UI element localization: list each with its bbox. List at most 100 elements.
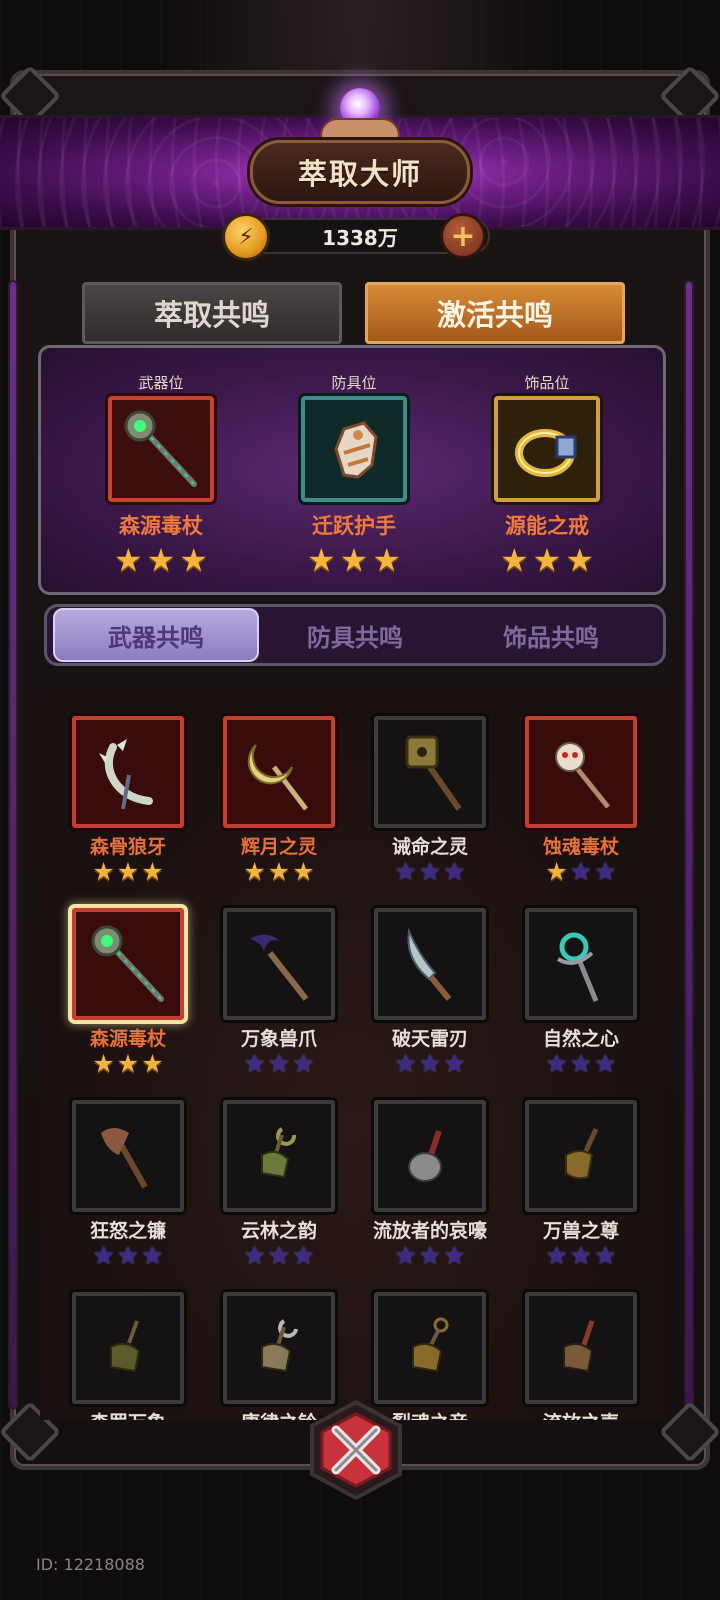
accessory-slot[interactable]: 饰品位 源能之戒 ★ ★ ★	[472, 372, 622, 576]
star-icon: ★	[267, 1241, 291, 1270]
item-name: 森罗万象	[68, 1408, 188, 1420]
star-icon: ★	[394, 1049, 417, 1078]
star-icon: ★	[116, 1049, 140, 1078]
star-icon: ★	[116, 1241, 140, 1270]
slot-frame[interactable]	[301, 396, 407, 502]
slot-frame[interactable]	[494, 396, 600, 502]
star-icon: ★	[569, 1241, 593, 1270]
star-icon: ★	[418, 1049, 442, 1078]
skull-staff-icon	[555, 742, 610, 809]
star-icon: ★	[92, 1241, 115, 1270]
close-x-icon	[310, 1399, 402, 1501]
item-frame[interactable]	[223, 1100, 335, 1212]
star-rating: ★ ★ ★	[521, 1242, 641, 1270]
slot-item-name: 森源毒杖	[119, 514, 203, 538]
grid-item[interactable]: 破天雷刃 ★ ★ ★	[370, 908, 490, 1078]
grid-item[interactable]: 万象兽爪 ★ ★ ★	[219, 908, 339, 1078]
item-frame[interactable]	[525, 1292, 637, 1404]
star-icon: ★	[292, 1241, 315, 1270]
grid-item[interactable]: 万兽之尊 ★ ★ ★	[521, 1100, 641, 1270]
star-icon: ★	[113, 541, 143, 579]
star-rating: ★ ★ ★	[68, 1242, 188, 1270]
moon-staff-icon	[247, 744, 308, 811]
grid-item[interactable]: 森骨狼牙 ★ ★ ★	[68, 716, 188, 886]
slot-frame[interactable]	[108, 396, 214, 502]
staff-icon	[91, 925, 164, 1002]
item-frame[interactable]	[72, 1292, 184, 1404]
axe-icon	[101, 1128, 148, 1189]
slot-item-name: 源能之戒	[505, 514, 589, 538]
right-side-bar	[684, 280, 694, 1410]
armor-slot[interactable]: 防具位 迁跃护手 ★ ★ ★	[279, 372, 429, 576]
star-rating: ★ ★ ★	[219, 858, 339, 886]
grid-item[interactable]: 森罗万象	[68, 1292, 188, 1420]
tab-weapon-resonance[interactable]: 武器共鸣	[53, 608, 259, 662]
star-icon: ★	[141, 1241, 164, 1270]
star-icon: ★	[594, 857, 617, 886]
star-icon: ★	[443, 1049, 466, 1078]
item-name: 万兽之尊	[542, 1220, 619, 1242]
weapon-slot[interactable]: 武器位 森源毒杖 ★ ★ ★	[86, 372, 236, 576]
item-grid: 森骨狼牙 ★ ★ ★ 辉月之灵 ★ ★ ★ 诫命之灵 ★ ★ ★ 蚀魂毒杖 ★ …	[40, 690, 666, 1420]
slot-label: 防具位	[331, 374, 377, 392]
star-icon: ★	[545, 1241, 568, 1270]
grid-item[interactable]: 流放之声	[521, 1292, 641, 1420]
item-name: 狂怒之镰	[89, 1220, 166, 1242]
star-icon: ★	[116, 857, 140, 886]
grid-item[interactable]: 自然之心 ★ ★ ★	[521, 908, 641, 1078]
grid-item[interactable]: 云林之韵 ★ ★ ★	[219, 1100, 339, 1270]
horn-icon	[565, 1127, 599, 1180]
item-frame[interactable]	[525, 716, 637, 828]
star-icon: ★	[565, 541, 595, 579]
star-icon: ★	[292, 1049, 315, 1078]
star-icon: ★	[243, 1241, 266, 1270]
grid-item[interactable]: 森源毒杖 ★ ★ ★	[68, 908, 188, 1078]
star-icon: ★	[394, 857, 417, 886]
gauntlet-icon	[334, 421, 378, 479]
star-icon: ★	[569, 857, 593, 886]
item-frame[interactable]	[374, 908, 486, 1020]
star-icon: ★	[532, 541, 562, 579]
tab-extract-resonance[interactable]: 萃取共鸣	[82, 282, 342, 344]
close-button[interactable]	[304, 1398, 408, 1502]
item-frame[interactable]	[525, 908, 637, 1020]
star-rating: ★ ★ ★	[472, 544, 622, 576]
star-icon: ★	[243, 1049, 266, 1078]
tab-accessory-resonance[interactable]: 饰品共鸣	[448, 608, 654, 662]
slot-label: 武器位	[138, 374, 184, 392]
title-plate: 萃取大师	[250, 140, 470, 204]
item-frame[interactable]	[72, 1100, 184, 1212]
item-frame[interactable]	[374, 716, 486, 828]
item-frame-selected[interactable]	[72, 908, 184, 1020]
grid-item[interactable]: 流放者的哀嚎 ★ ★ ★	[370, 1100, 490, 1270]
grid-item[interactable]: 狂怒之镰 ★ ★ ★	[68, 1100, 188, 1270]
slot-label: 饰品位	[524, 374, 570, 392]
star-icon: ★	[243, 857, 266, 886]
item-frame[interactable]	[374, 1100, 486, 1212]
star-icon: ★	[545, 857, 568, 886]
star-icon: ★	[443, 1241, 466, 1270]
grid-item[interactable]: 蚀魂毒杖 ★ ★ ★	[521, 716, 641, 886]
item-frame[interactable]	[223, 908, 335, 1020]
add-currency-button[interactable]: +	[440, 213, 486, 259]
star-icon: ★	[499, 541, 529, 579]
star-icon: ★	[92, 1049, 115, 1078]
star-icon: ★	[141, 857, 164, 886]
grid-item[interactable]: 诫命之灵 ★ ★ ★	[370, 716, 490, 886]
item-frame[interactable]	[374, 1292, 486, 1404]
lightning-blade-icon	[407, 927, 452, 1001]
item-frame[interactable]	[72, 716, 184, 828]
item-frame[interactable]	[525, 1100, 637, 1212]
star-icon: ★	[292, 857, 315, 886]
star-rating: ★ ★ ★	[370, 1242, 490, 1270]
item-frame[interactable]	[223, 1292, 335, 1404]
bell-icon	[110, 1320, 141, 1373]
item-frame[interactable]	[223, 716, 335, 828]
tab-activate-resonance[interactable]: 激活共鸣	[365, 282, 625, 344]
star-icon: ★	[267, 1049, 291, 1078]
star-icon: ★	[146, 541, 176, 579]
star-rating: ★ ★ ★	[370, 1050, 490, 1078]
star-rating: ★ ★ ★	[219, 1050, 339, 1078]
tab-armor-resonance[interactable]: 防具共鸣	[252, 608, 458, 662]
grid-item[interactable]: 辉月之灵 ★ ★ ★	[219, 716, 339, 886]
